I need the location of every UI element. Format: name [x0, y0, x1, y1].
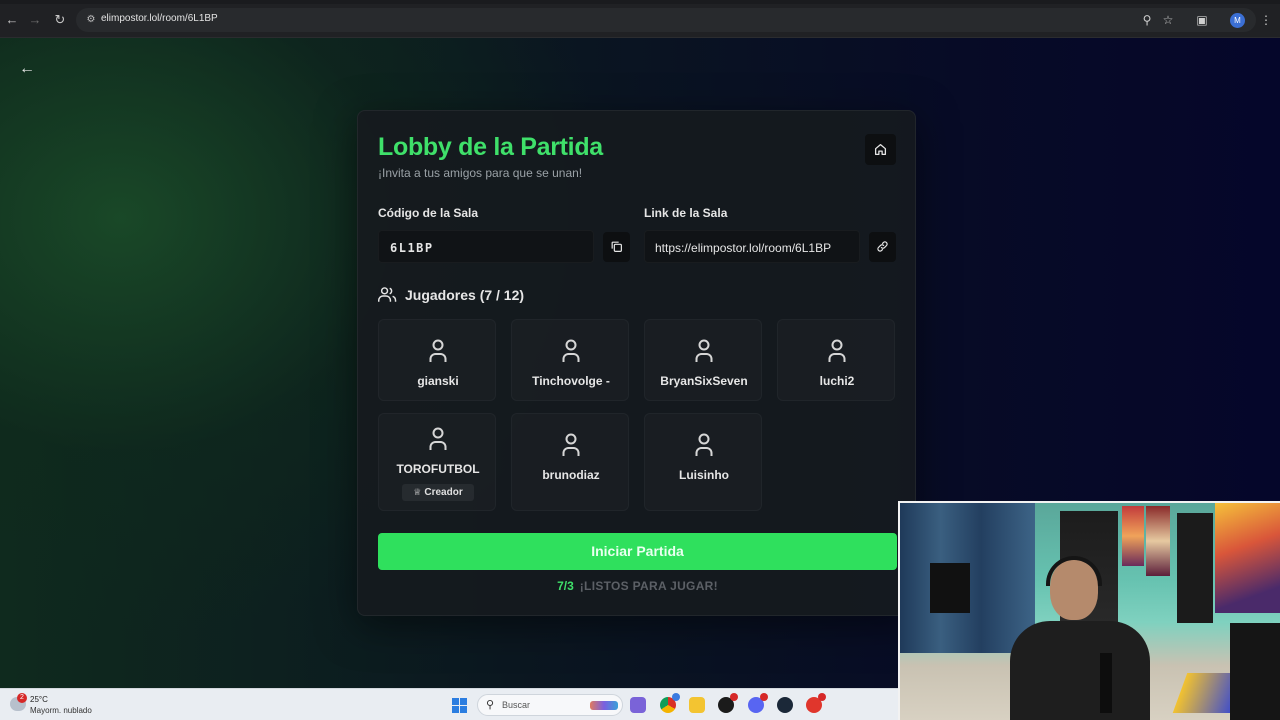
webcam-poster — [1215, 503, 1280, 613]
webcam-poster — [1122, 506, 1144, 566]
ready-status: 7/3 ¡LISTOS PARA JUGAR! — [358, 579, 917, 593]
app-badge — [818, 693, 826, 701]
user-icon — [562, 433, 580, 456]
webcam-chair — [930, 563, 970, 613]
player-name: Luisinho — [679, 468, 729, 482]
windows-start-icon[interactable] — [452, 698, 467, 713]
extensions-icon[interactable]: ▣ — [1194, 12, 1210, 28]
ready-count: 7/3 — [557, 579, 574, 593]
creator-badge: ♕ Creador — [402, 484, 474, 501]
taskbar-search-placeholder: Buscar — [502, 700, 531, 710]
user-icon — [828, 339, 846, 362]
webcam-poster — [1146, 506, 1170, 576]
back-arrow-icon[interactable]: ← — [18, 60, 36, 78]
address-bar[interactable]: ⚙ elimpostor.lol/room/6L1BP — [76, 8, 1256, 32]
user-icon — [429, 339, 447, 362]
site-info-icon[interactable]: ⚙ — [84, 13, 98, 27]
webcam-person-body — [1010, 621, 1150, 720]
player-card: BryanSixSeven — [644, 319, 762, 401]
copy-icon — [611, 241, 622, 252]
zoom-icon[interactable]: ⚲ — [1139, 12, 1155, 28]
taskbar-search[interactable]: ⚲ Buscar — [477, 694, 623, 716]
teams-icon[interactable] — [630, 697, 646, 713]
player-name: BryanSixSeven — [660, 374, 748, 388]
webcam-microphone — [1100, 653, 1112, 713]
profile-avatar[interactable]: M — [1230, 13, 1245, 28]
bookmark-star-icon[interactable]: ☆ — [1160, 12, 1176, 28]
browser-forward-icon[interactable]: → — [27, 12, 43, 28]
copy-link-button[interactable] — [869, 232, 896, 262]
home-button[interactable] — [865, 134, 896, 165]
player-name: gianski — [417, 374, 459, 388]
weather-temperature[interactable]: 25°C — [30, 695, 48, 704]
room-code-value: 6L1BP — [390, 241, 434, 255]
link-icon — [877, 241, 888, 252]
player-card: luchi2 — [777, 319, 895, 401]
player-card: brunodiaz — [511, 413, 629, 511]
ready-text: ¡LISTOS PARA JUGAR! — [579, 579, 718, 593]
address-bar-url[interactable]: elimpostor.lol/room/6L1BP — [101, 13, 218, 24]
player-card: Tinchovolge - — [511, 319, 629, 401]
user-icon — [562, 339, 580, 362]
file-explorer-icon[interactable] — [689, 697, 705, 713]
browser-toolbar: ← → ↻ ⚙ elimpostor.lol/room/6L1BP ⚲ ☆ ▣ … — [0, 0, 1280, 38]
user-icon — [429, 427, 447, 450]
reload-icon[interactable]: ↻ — [52, 12, 68, 28]
user-icon — [695, 433, 713, 456]
weather-description[interactable]: Mayorm. nublado — [30, 706, 92, 715]
copy-code-button[interactable] — [603, 232, 630, 262]
page-title: Lobby de la Partida — [378, 133, 603, 161]
webcam-overlay — [898, 501, 1280, 720]
search-icon: ⚲ — [486, 699, 495, 711]
player-card: Luisinho — [644, 413, 762, 511]
room-code-field[interactable]: 6L1BP — [378, 230, 594, 263]
player-card-creator: TOROFUTBOL ♕ Creador — [378, 413, 496, 511]
tab-strip — [0, 0, 1280, 4]
player-name: TOROFUTBOL — [396, 462, 480, 476]
browser-menu-icon[interactable]: ⋮ — [1258, 12, 1274, 28]
lobby-card: Lobby de la Partida ¡Invita a tus amigos… — [357, 110, 916, 616]
player-name: brunodiaz — [542, 468, 600, 482]
webcam-door — [1177, 513, 1213, 623]
home-icon — [874, 143, 887, 156]
discord-badge — [760, 693, 768, 701]
room-link-field[interactable]: https://elimpostor.lol/room/6L1BP — [644, 230, 860, 263]
search-highlight-icon — [590, 701, 618, 710]
browser-back-icon[interactable]: ← — [4, 12, 20, 28]
crown-icon: ♕ — [413, 487, 422, 497]
obs-badge — [730, 693, 738, 701]
creator-badge-label: Creador — [424, 487, 463, 498]
start-game-button[interactable]: Iniciar Partida — [378, 533, 897, 570]
room-link-value: https://elimpostor.lol/room/6L1BP — [655, 241, 832, 255]
player-card: gianski — [378, 319, 496, 401]
players-count-heading: Jugadores (7 / 12) — [405, 287, 525, 303]
steam-icon[interactable] — [777, 697, 793, 713]
webcam-monitor — [1230, 623, 1280, 720]
chrome-badge — [672, 693, 680, 701]
player-name: Tinchovolge - — [532, 374, 610, 388]
weather-alert-badge: 2 — [17, 693, 27, 703]
room-link-label: Link de la Sala — [644, 206, 728, 220]
user-icon — [695, 339, 713, 362]
users-icon — [378, 287, 397, 302]
page-subtitle: ¡Invita a tus amigos para que se unan! — [378, 166, 583, 180]
player-name: luchi2 — [819, 374, 855, 388]
room-code-label: Código de la Sala — [378, 206, 479, 220]
